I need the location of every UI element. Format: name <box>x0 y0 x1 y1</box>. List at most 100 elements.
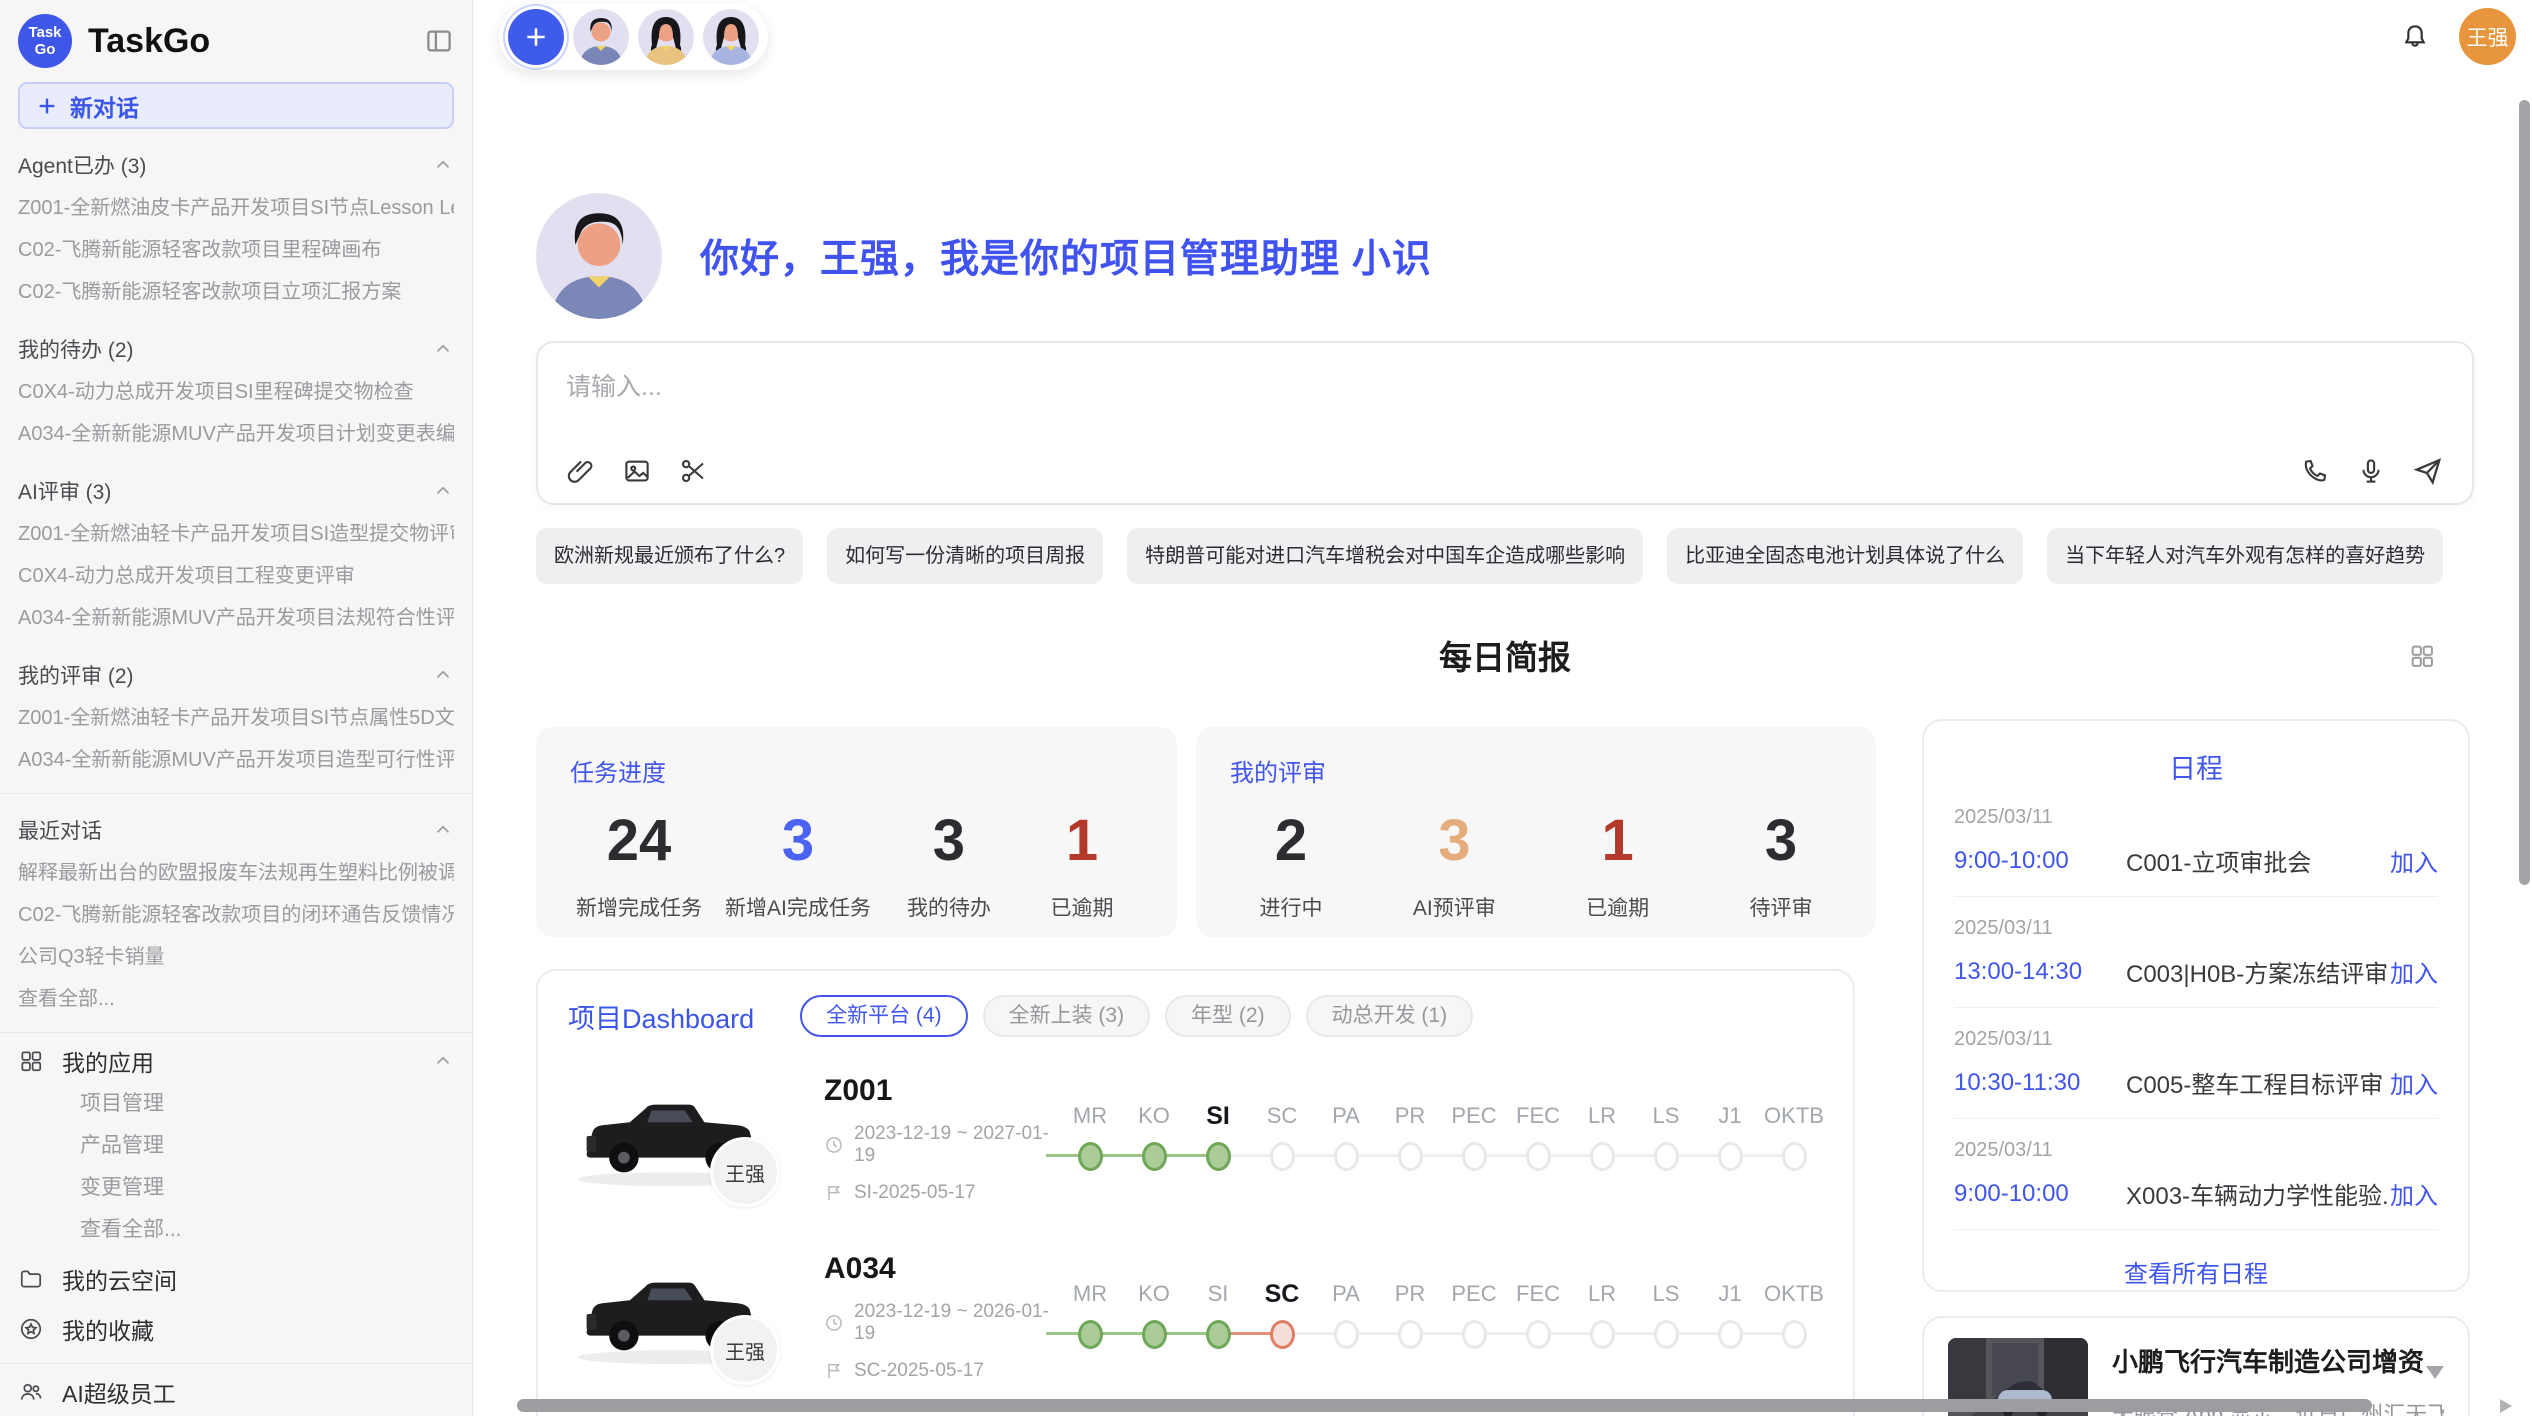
avatar[interactable] <box>703 9 759 65</box>
sidebar-task-item[interactable]: C02-飞腾新能源轻客改款项目里程碑画布 <box>18 229 454 271</box>
dashboard-filter-tab[interactable]: 全新平台 (4) <box>800 995 968 1037</box>
layout-grid-icon[interactable] <box>2408 642 2436 675</box>
join-meeting-link[interactable]: 加入 <box>2390 1065 2438 1100</box>
microphone-icon[interactable] <box>2356 456 2386 486</box>
phone-icon[interactable] <box>2300 456 2330 486</box>
sidebar-task-item[interactable]: A034-全新新能源MUV产品开发项目法规符合性评审 <box>18 597 454 639</box>
sidebar-section-header[interactable]: AI评审 (3) <box>18 469 454 513</box>
sidebar-item-cloud-space[interactable]: 我的云空间 <box>18 1257 454 1301</box>
sidebar-task-item[interactable]: Z001-全新燃油轻卡产品开发项目SI节点属性5D文件评审 <box>18 697 454 739</box>
milestone-dot[interactable] <box>1270 1320 1295 1349</box>
milestone-dot[interactable] <box>1206 1142 1231 1171</box>
sidebar-task-item[interactable]: C0X4-动力总成开发项目工程变更评审 <box>18 555 454 597</box>
chevron-up-icon[interactable] <box>432 480 454 502</box>
milestone-dot[interactable] <box>1334 1142 1359 1171</box>
milestone-dot[interactable] <box>1398 1320 1423 1349</box>
schedule-event-title: X003-车辆动力学性能验... <box>2126 1176 2390 1211</box>
image-icon[interactable] <box>622 456 652 486</box>
milestone-dot[interactable] <box>1334 1320 1359 1349</box>
new-session-button[interactable] <box>508 9 564 65</box>
scroll-right-arrow[interactable] <box>2500 1399 2512 1413</box>
milestone-dot[interactable] <box>1590 1320 1615 1349</box>
view-all-schedule-link[interactable]: 查看所有日程 <box>1954 1254 2438 1289</box>
dashboard-filter-tab[interactable]: 动总开发 (1) <box>1306 995 1474 1037</box>
chevron-up-icon[interactable] <box>432 1050 454 1072</box>
sidebar-section-header[interactable]: 我的评审 (2) <box>18 653 454 697</box>
sidebar-item-ai-super-staff[interactable]: AI超级员工 <box>18 1370 454 1414</box>
send-icon[interactable] <box>2412 455 2444 487</box>
avatar[interactable] <box>573 9 629 65</box>
milestone-dot[interactable] <box>1270 1142 1295 1171</box>
view-all-conversations-link[interactable]: 查看全部... <box>18 978 454 1020</box>
suggestion-chip[interactable]: 当下年轻人对汽车外观有怎样的喜好趋势 <box>2047 528 2443 584</box>
sidebar-section-header[interactable]: Agent已办 (3) <box>18 143 454 187</box>
flag-icon <box>824 1361 844 1381</box>
sidebar-recent-header[interactable]: 最近对话 <box>18 808 454 852</box>
suggestion-chip[interactable]: 特朗普可能对进口汽车增税会对中国车企造成哪些影响 <box>1127 528 1643 584</box>
project-summary: 王强Z0012023-12-19 ~ 2027-01-19SI-2025-05-… <box>568 1074 1058 1204</box>
join-meeting-link[interactable]: 加入 <box>2390 1176 2438 1211</box>
project-summary: 王强A0342023-12-19 ~ 2026-01-19SC-2025-05-… <box>568 1252 1058 1382</box>
suggestion-chip[interactable]: 如何写一份清晰的项目周报 <box>827 528 1103 584</box>
sidebar-task-item[interactable]: Z001-全新燃油轻卡产品开发项目SI造型提交物评审 <box>18 513 454 555</box>
schedule-time: 10:30-11:30 <box>1954 1069 2126 1097</box>
milestone-dot[interactable] <box>1782 1142 1807 1171</box>
scissors-icon[interactable] <box>678 456 708 486</box>
milestone-dot[interactable] <box>1718 1142 1743 1171</box>
dashboard-filter-tab[interactable]: 年型 (2) <box>1165 995 1291 1037</box>
stat-label: 我的待办 <box>894 892 1004 922</box>
schedule-row: 13:00-14:30C003|H0B-方案冻结评审加入 <box>1954 954 2438 989</box>
milestone-dot[interactable] <box>1206 1320 1231 1349</box>
horizontal-scrollbar[interactable] <box>517 1399 2372 1412</box>
join-meeting-link[interactable]: 加入 <box>2390 843 2438 878</box>
chevron-up-icon[interactable] <box>432 154 454 176</box>
milestone-dot[interactable] <box>1718 1320 1743 1349</box>
milestone-dot[interactable] <box>1654 1320 1679 1349</box>
app-sub-item[interactable]: 变更管理 <box>18 1167 454 1209</box>
sidebar-section-header[interactable]: 我的待办 (2) <box>18 327 454 371</box>
sidebar-item-favorites[interactable]: 我的收藏 <box>18 1307 454 1351</box>
scroll-down-arrow[interactable] <box>2426 1366 2444 1379</box>
milestone-dot[interactable] <box>1078 1142 1103 1171</box>
milestone-dot[interactable] <box>1078 1320 1103 1349</box>
user-avatar-badge[interactable]: 王强 <box>2459 8 2516 65</box>
vertical-scrollbar[interactable] <box>2519 100 2530 885</box>
recent-conversation-item[interactable]: 解释最新出台的欧盟报废车法规再生塑料比例被调至15%... <box>18 852 454 894</box>
milestone-dot[interactable] <box>1462 1320 1487 1349</box>
notifications-bell-icon[interactable] <box>2399 21 2431 53</box>
recent-conversation-item[interactable]: 公司Q3轻卡销量 <box>18 936 454 978</box>
stat-item: 3AI预评审 <box>1399 806 1509 922</box>
avatar[interactable] <box>638 9 694 65</box>
join-meeting-link[interactable]: 加入 <box>2390 954 2438 989</box>
sidebar-task-item[interactable]: A034-全新新能源MUV产品开发项目计划变更表编写 <box>18 413 454 455</box>
milestone-dot[interactable] <box>1782 1320 1807 1349</box>
sidebar-task-item[interactable]: Z001-全新燃油皮卡产品开发项目SI节点Lesson Learn报告 <box>18 187 454 229</box>
suggestion-chip[interactable]: 比亚迪全固态电池计划具体说了什么 <box>1667 528 2023 584</box>
new-chat-button[interactable]: 新对话 <box>18 82 454 129</box>
app-sub-item[interactable]: 产品管理 <box>18 1125 454 1167</box>
chevron-up-icon[interactable] <box>432 819 454 841</box>
sidebar-task-item[interactable]: C0X4-动力总成开发项目SI里程碑提交物检查 <box>18 371 454 413</box>
suggestion-chip[interactable]: 欧洲新规最近颁布了什么? <box>536 528 803 584</box>
recent-conversation-item[interactable]: C02-飞腾新能源轻客改款项目的闭环通告反馈情况 <box>18 894 454 936</box>
chevron-up-icon[interactable] <box>432 338 454 360</box>
sidebar-task-item[interactable]: C02-飞腾新能源轻客改款项目立项汇报方案 <box>18 271 454 313</box>
app-sub-item[interactable]: 项目管理 <box>18 1083 454 1125</box>
chat-input[interactable] <box>566 367 2444 455</box>
milestone-dot[interactable] <box>1142 1142 1167 1171</box>
chevron-up-icon[interactable] <box>432 664 454 686</box>
attachment-icon[interactable] <box>566 456 596 486</box>
sidebar-task-item[interactable]: A034-全新新能源MUV产品开发项目造型可行性评审 <box>18 739 454 781</box>
sidebar-item-my-apps[interactable]: 我的应用 <box>18 1039 454 1083</box>
milestone-dot[interactable] <box>1590 1142 1615 1171</box>
milestone-dot[interactable] <box>1526 1142 1551 1171</box>
app-sub-item[interactable]: 查看全部... <box>18 1209 454 1251</box>
milestone-dot[interactable] <box>1142 1320 1167 1349</box>
milestone-dot[interactable] <box>1654 1142 1679 1171</box>
milestone-dot[interactable] <box>1462 1142 1487 1171</box>
milestone-dot[interactable] <box>1526 1320 1551 1349</box>
milestone-label: MR <box>1058 1277 1122 1311</box>
dashboard-filter-tab[interactable]: 全新上装 (3) <box>983 995 1151 1037</box>
collapse-sidebar-icon[interactable] <box>424 26 454 56</box>
milestone-dot[interactable] <box>1398 1142 1423 1171</box>
